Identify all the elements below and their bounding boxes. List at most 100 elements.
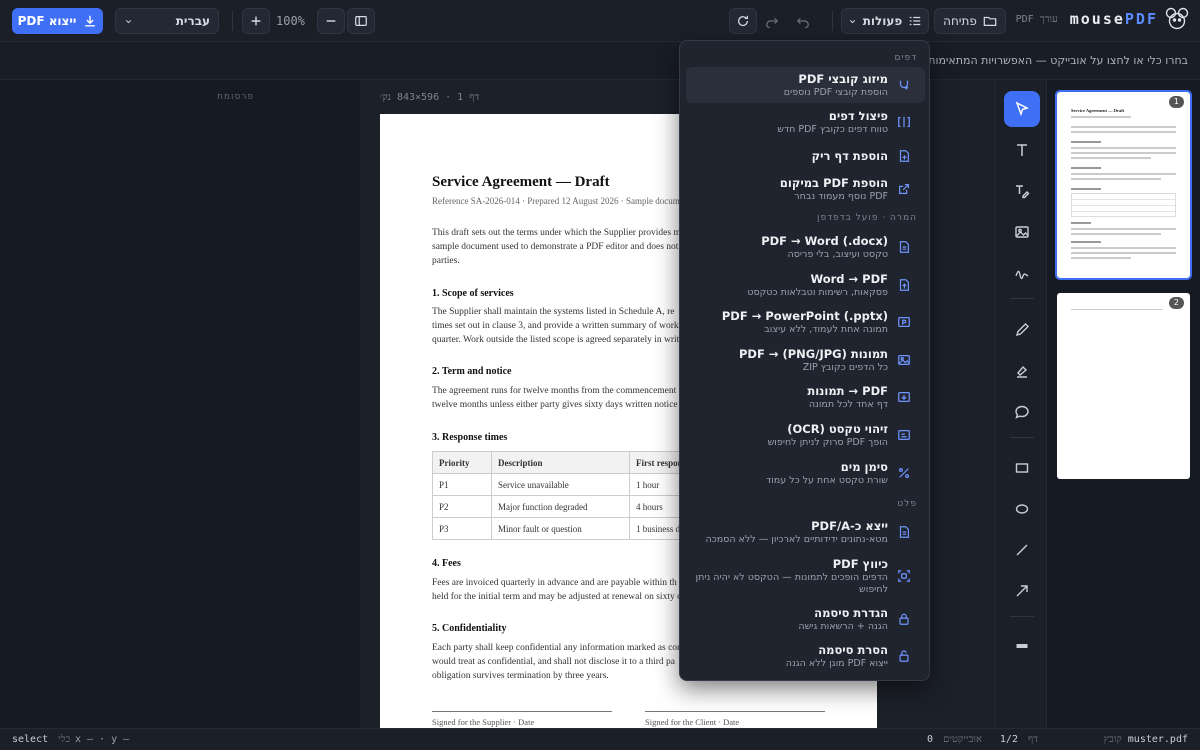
menu-item-watermark[interactable]: סימן מים שורת טקסט אחת על כל עמוד (686, 455, 925, 491)
ellipse-tool[interactable] (1004, 491, 1040, 527)
redact-icon (1016, 644, 1028, 648)
table-header: Description (491, 451, 630, 474)
section-heading[interactable]: 4. Fees (432, 558, 461, 569)
minus-icon (326, 20, 336, 22)
signature-supplier[interactable]: Signed for the Supplier · Date (432, 711, 612, 727)
menu-item-blank-page[interactable]: הוספת דף ריק (686, 141, 925, 171)
table-cell: Service unavailable (491, 473, 630, 496)
select-tool[interactable] (1004, 91, 1040, 127)
image-tool[interactable] (1004, 214, 1040, 250)
language-select[interactable]: עברית (115, 8, 219, 34)
toggle-sidebar-button[interactable] (347, 8, 375, 34)
menu-item-split[interactable]: פיצול דפים טווח דפים כקובץ PDF חדש (686, 104, 925, 140)
merge-icon (899, 80, 909, 90)
image-import-icon (898, 392, 910, 402)
status-objects: אובייקטים 0 (927, 734, 982, 745)
edit-text-tool[interactable] (1004, 173, 1040, 209)
reload-button[interactable] (729, 8, 757, 34)
actions-menu-button[interactable]: פעולות (841, 8, 929, 34)
menu-item-pdf-to-word[interactable]: PDF → Word (.docx) טקסט ועיצוב, בלי פריס… (686, 229, 925, 265)
menu-item-merge[interactable]: מיזוג קובצי PDF הוספת קובצי PDF נוספים (686, 67, 925, 103)
menu-item-set-password[interactable]: הגדרת סיסמה הגנה + הרשאות גישה (686, 601, 925, 637)
signature-client[interactable]: Signed for the Client · Date (645, 711, 825, 727)
table-cell: P2 (432, 495, 492, 518)
rectangle-tool[interactable] (1004, 450, 1040, 486)
actions-dropdown: דפים מיזוג קובצי PDF הוספת קובצי PDF נוס… (679, 40, 930, 681)
page-number-badge: 2 (1168, 297, 1184, 309)
status-page: דף 1/2 (999, 734, 1038, 745)
text-tool[interactable] (1004, 132, 1040, 168)
status-file: קובץ muster.pdf (1103, 734, 1188, 745)
table-cell: Minor fault or question (491, 517, 630, 540)
table-header: Priority (432, 451, 492, 474)
ad-label: פרסומת (217, 92, 255, 102)
refresh-icon (738, 15, 748, 27)
comment-icon (1015, 405, 1029, 419)
arrow-tool[interactable] (1004, 573, 1040, 609)
divider (1010, 616, 1034, 617)
page-thumbnail[interactable]: 2 (1057, 293, 1190, 479)
highlighter-tool[interactable] (1004, 353, 1040, 389)
doc-subtitle[interactable]: Reference SA-2026-014 · Prepared 12 Augu… (432, 196, 691, 206)
menu-item-pdf-to-images[interactable]: תמונות (PNG/JPG) → PDF כל הדפים כקובץ ZI… (686, 342, 925, 378)
status-bar: קובץ muster.pdf דף 1/2 אובייקטים 0 x — ·… (0, 728, 1200, 750)
section-heading[interactable]: 3. Response times (432, 432, 507, 443)
menu-item-remove-password[interactable]: הסרת סיסמה ייצוא PDF מוגן ללא הגנה (686, 638, 925, 674)
mouse-logo-icon (1165, 7, 1189, 30)
tool-rail (995, 80, 1047, 728)
section-heading[interactable]: 2. Term and notice (432, 366, 511, 377)
pencil-icon (1015, 323, 1029, 337)
menu-item-ocr[interactable]: זיהוי טקסט (OCR) הופך PDF סרוק לניתן לחי… (686, 417, 925, 453)
zoom-out-button[interactable] (317, 8, 345, 34)
pen-tool[interactable] (1004, 312, 1040, 348)
menu-item-pdfa[interactable]: ייצא כ-PDF/A מטא-נתונים ידידותיים לארכיו… (686, 514, 925, 550)
table-cell: P3 (432, 517, 492, 540)
page-number-badge: 1 (1168, 96, 1184, 108)
chevron-down-icon (125, 19, 132, 23)
app-subtitle: עורך PDF (1015, 13, 1058, 25)
signature-tool[interactable] (1004, 255, 1040, 291)
open-button[interactable]: פתיחה (934, 8, 1006, 34)
chevron-down-icon (849, 19, 855, 23)
rectangle-icon (1015, 463, 1029, 473)
app-name: mousePDF (1069, 10, 1158, 28)
signature-icon (1015, 270, 1029, 280)
text-icon (1017, 144, 1027, 156)
status-coords: x — · y — (75, 734, 130, 745)
menu-item-images-to-pdf[interactable]: PDF → תמונות דף אחד לכל תמונה (686, 379, 925, 415)
status-tool: select כלי (12, 734, 71, 745)
comment-tool[interactable] (1004, 394, 1040, 430)
line-icon (1016, 544, 1028, 556)
thumbnail-panel: 1 Service Agreement — Draft 2 (1047, 80, 1200, 728)
file-upload-icon (899, 279, 909, 291)
page-thumbnail[interactable]: 1 Service Agreement — Draft (1055, 90, 1192, 280)
undo-button[interactable] (789, 8, 817, 34)
zoom-in-button[interactable] (242, 8, 270, 34)
table-cell: P1 (432, 473, 492, 496)
file-doc-icon (899, 241, 909, 253)
top-toolbar: mousePDF עורך PDF פתיחה פעולות 100% עברי… (0, 0, 1200, 42)
redact-tool[interactable] (1004, 628, 1040, 664)
divider (1010, 298, 1034, 299)
menu-item-word-to-pdf[interactable]: Word → PDF פסקאות, רשימות וטבלאות כטקסט (686, 267, 925, 303)
line-tool[interactable] (1004, 532, 1040, 568)
text-edit-icon (1016, 185, 1030, 199)
redo-button[interactable] (758, 8, 786, 34)
menu-item-compress[interactable]: כיווץ PDF הדפים הופכים לתמונות — הטקסט ל… (686, 552, 925, 600)
cursor-icon (1015, 101, 1029, 117)
menu-section-output: פלט (897, 499, 917, 509)
doc-title[interactable]: Service Agreement — Draft (432, 174, 610, 191)
export-pdf-button[interactable]: ייצוא PDF (12, 8, 103, 34)
section-heading[interactable]: 5. Confidentiality (432, 623, 506, 634)
menu-item-pdf-to-pptx[interactable]: PDF → PowerPoint (.pptx) תמונה אחת לעמוד… (686, 304, 925, 340)
menu-section-convert: המרה · פועל בדפדפן (817, 213, 917, 223)
menu-item-insert-pdf[interactable]: הוספת PDF במיקום PDF נוסף מעמוד נבחר (686, 171, 925, 207)
hint-text: בחרו כלי או לחצו על אובייקט — האפשרויות … (919, 54, 1188, 67)
highlighter-icon (1017, 365, 1028, 378)
unlock-icon (899, 650, 909, 662)
divider (1010, 437, 1034, 438)
menu-section-pages: דפים (894, 53, 917, 63)
scan-text-icon (898, 430, 910, 440)
app-logo: mousePDF עורך PDF (1016, 6, 1190, 32)
section-heading[interactable]: 1. Scope of services (432, 288, 514, 299)
